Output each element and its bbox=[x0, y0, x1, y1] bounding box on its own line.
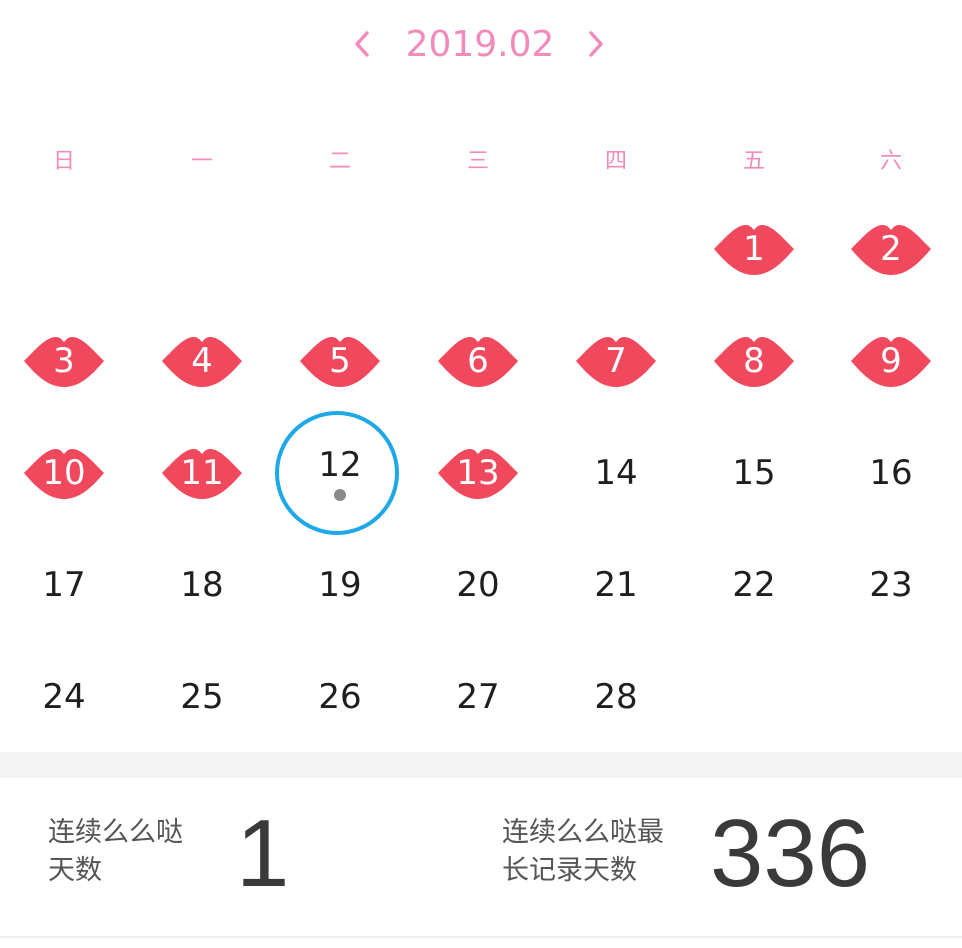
day-number: 18 bbox=[180, 565, 224, 605]
calendar-day[interactable]: 11 bbox=[147, 428, 257, 518]
calendar-day[interactable]: 18 bbox=[147, 540, 257, 630]
longest-streak-value: 336 bbox=[710, 800, 871, 907]
weekday-label: 五 bbox=[742, 149, 765, 174]
weekday-label: 六 bbox=[879, 149, 902, 174]
calendar-day[interactable]: 24 bbox=[9, 652, 119, 742]
weekday-label: 三 bbox=[466, 149, 489, 174]
bottom-divider bbox=[0, 936, 962, 938]
calendar-day[interactable]: 19 bbox=[285, 540, 395, 630]
day-number: 7 bbox=[605, 341, 627, 381]
weekday-label: 四 bbox=[604, 149, 627, 174]
current-streak-label-line1: 连续么么哒 bbox=[48, 817, 183, 848]
day-number: 5 bbox=[329, 341, 351, 381]
calendar-day[interactable]: 7 bbox=[561, 316, 671, 406]
weekday-label: 二 bbox=[328, 149, 351, 174]
weekday-label: 日 bbox=[52, 149, 75, 174]
day-number: 28 bbox=[594, 677, 638, 717]
calendar-day[interactable]: 27 bbox=[423, 652, 533, 742]
day-number: 3 bbox=[53, 341, 75, 381]
day-number: 15 bbox=[732, 453, 776, 493]
current-streak-label-line2: 天数 bbox=[48, 855, 102, 886]
day-number: 16 bbox=[869, 453, 913, 493]
day-number: 21 bbox=[594, 565, 638, 605]
calendar-day[interactable]: 12 bbox=[275, 411, 399, 535]
day-number: 25 bbox=[180, 677, 224, 717]
calendar-day[interactable]: 2 bbox=[836, 204, 946, 294]
calendar-day[interactable]: 22 bbox=[699, 540, 809, 630]
day-number: 13 bbox=[456, 453, 500, 493]
record-dot-icon bbox=[334, 489, 346, 501]
day-number: 6 bbox=[467, 341, 489, 381]
day-number: 9 bbox=[880, 341, 902, 381]
calendar-day[interactable]: 1 bbox=[699, 204, 809, 294]
day-number: 24 bbox=[42, 677, 86, 717]
day-number: 11 bbox=[180, 453, 224, 493]
day-number: 19 bbox=[318, 565, 362, 605]
calendar-day[interactable]: 8 bbox=[699, 316, 809, 406]
day-number: 4 bbox=[191, 341, 213, 381]
calendar-day[interactable]: 20 bbox=[423, 540, 533, 630]
day-number: 2 bbox=[880, 229, 902, 269]
calendar-day[interactable]: 9 bbox=[836, 316, 946, 406]
calendar-day[interactable]: 23 bbox=[836, 540, 946, 630]
calendar-day[interactable]: 28 bbox=[561, 652, 671, 742]
calendar-day[interactable]: 4 bbox=[147, 316, 257, 406]
prev-month-button[interactable] bbox=[342, 22, 382, 66]
current-streak-value: 1 bbox=[236, 800, 290, 907]
current-streak-label: 连续么么哒 天数 bbox=[48, 814, 183, 890]
day-number: 17 bbox=[42, 565, 86, 605]
day-number: 22 bbox=[732, 565, 776, 605]
weekday-label: 一 bbox=[190, 149, 213, 174]
longest-streak-label-line1: 连续么么哒最 bbox=[502, 817, 664, 848]
day-number: 14 bbox=[594, 453, 638, 493]
day-number: 8 bbox=[743, 341, 765, 381]
longest-streak-label-line2: 长记录天数 bbox=[502, 855, 637, 886]
day-number: 1 bbox=[743, 229, 765, 269]
section-divider bbox=[0, 752, 962, 778]
day-number: 26 bbox=[318, 677, 362, 717]
chevron-left-icon bbox=[355, 31, 369, 57]
calendar-day[interactable]: 16 bbox=[836, 428, 946, 518]
day-number: 23 bbox=[869, 565, 913, 605]
calendar-day[interactable]: 14 bbox=[561, 428, 671, 518]
longest-streak-label: 连续么么哒最 长记录天数 bbox=[502, 814, 664, 890]
day-number: 10 bbox=[42, 453, 86, 493]
calendar-day[interactable]: 3 bbox=[9, 316, 119, 406]
calendar-day[interactable]: 17 bbox=[9, 540, 119, 630]
stats-panel: 连续么么哒 天数 1 连续么么哒最 长记录天数 336 bbox=[0, 778, 962, 938]
day-number: 12 bbox=[318, 445, 362, 485]
day-number: 27 bbox=[456, 677, 500, 717]
month-header: 2019.02 bbox=[0, 0, 962, 92]
calendar-day[interactable]: 21 bbox=[561, 540, 671, 630]
calendar-day[interactable]: 25 bbox=[147, 652, 257, 742]
calendar-grid: 1 2 3 4 5 6 7 8 9 10 11 12 13 14 15 16 17 18 19 20 21 22 23 24 2… bbox=[0, 190, 962, 750]
calendar-day[interactable]: 5 bbox=[285, 316, 395, 406]
day-number: 20 bbox=[456, 565, 500, 605]
calendar-day[interactable]: 15 bbox=[699, 428, 809, 518]
calendar-day[interactable]: 6 bbox=[423, 316, 533, 406]
calendar-day[interactable]: 13 bbox=[423, 428, 533, 518]
chevron-right-icon bbox=[589, 31, 603, 57]
next-month-button[interactable] bbox=[576, 22, 616, 66]
month-title: 2019.02 bbox=[405, 24, 555, 65]
weekday-header-row: 日一二三四五六 bbox=[0, 140, 962, 184]
calendar-day[interactable]: 10 bbox=[9, 428, 119, 518]
calendar-day[interactable]: 26 bbox=[285, 652, 395, 742]
